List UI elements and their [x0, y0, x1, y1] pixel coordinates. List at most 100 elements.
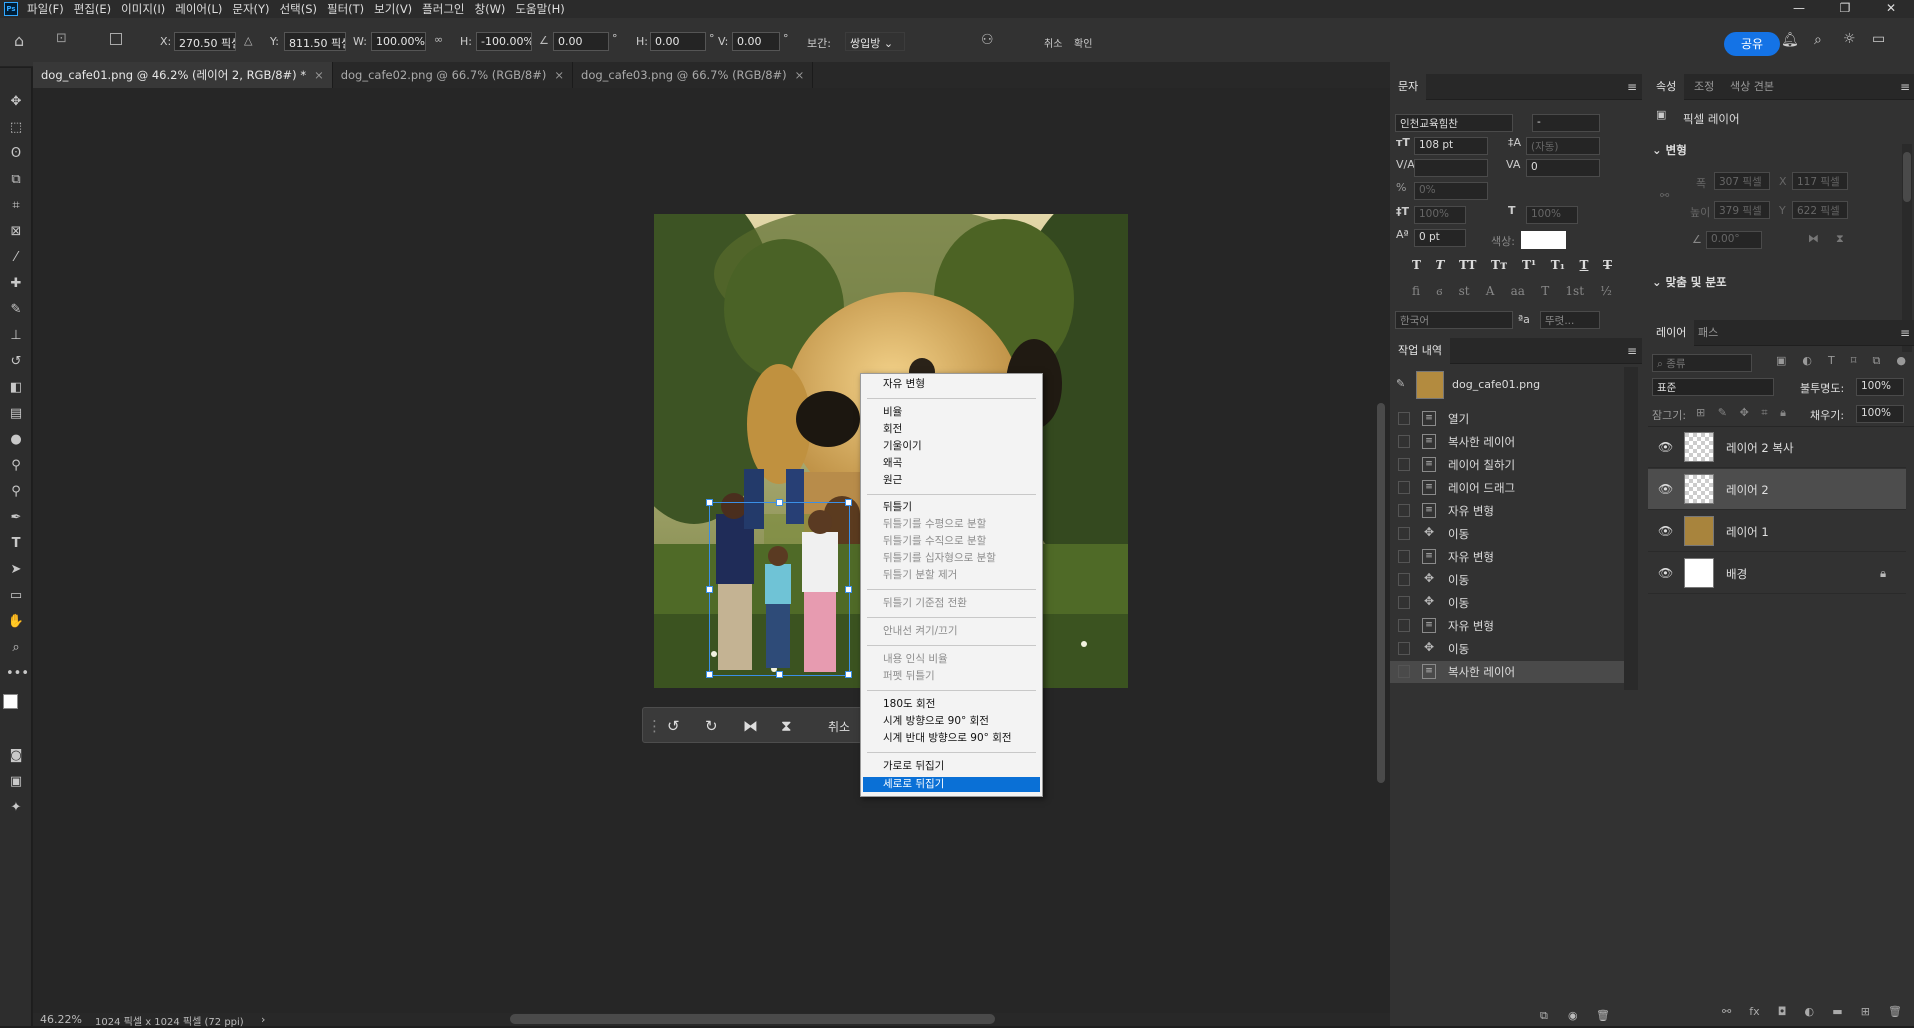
tab-layers[interactable]: 레이어 [1648, 320, 1695, 346]
tab-swatches[interactable]: 색상 견본 [1722, 74, 1782, 100]
link-dimensions-icon[interactable]: ⚯ [1660, 189, 1669, 202]
foreground-color-swatch[interactable] [3, 694, 18, 709]
history-state[interactable]: ≡ 복사한 레이어 [1390, 431, 1624, 453]
stylistic-alt-button[interactable]: aa [1511, 284, 1525, 302]
tab-close-icon[interactable]: × [554, 68, 564, 82]
zoom-tool-icon[interactable]: ⌕ [6, 638, 26, 658]
layer-lock-icon[interactable]: 🔒︎ [1880, 566, 1886, 581]
brush-tool-icon[interactable]: ✎ [6, 300, 26, 320]
menu-item-perspective[interactable]: 원근 [883, 473, 902, 488]
type-tool-icon[interactable]: T [6, 534, 26, 554]
history-source-checkbox[interactable] [1398, 596, 1410, 609]
path-select-icon[interactable]: ➤ [6, 560, 26, 580]
layer-row[interactable]: 👁︎ 레이어 2 [1648, 469, 1906, 510]
history-state[interactable]: ≡ 복사한 레이어 [1390, 661, 1624, 683]
prop-x-field[interactable]: 117 픽셀 [1792, 172, 1848, 190]
panel-menu-icon[interactable]: ≡ [1900, 80, 1910, 94]
baseline-shift-field[interactable]: 0 pt [1414, 229, 1466, 247]
w-field[interactable]: 100.00% [371, 32, 426, 51]
underline-button[interactable]: T [1580, 258, 1589, 276]
faux-bold-button[interactable]: T [1412, 258, 1421, 276]
history-state[interactable]: ✥ 이동 [1390, 638, 1624, 660]
align-section-header[interactable]: ⌄ 맞춤 및 분포 [1652, 274, 1727, 290]
lock-transparent-icon[interactable]: ⊞ [1696, 406, 1705, 420]
commit-transform-button[interactable]: 확인 [1074, 35, 1092, 50]
filter-toggle-icon[interactable]: ● [1896, 354, 1906, 368]
transform-handle[interactable] [845, 671, 852, 678]
history-brush-icon[interactable]: ↺ [6, 352, 26, 372]
transform-handle[interactable] [776, 671, 783, 678]
history-state[interactable]: ≡ 레이어 드래그 [1390, 477, 1624, 499]
blend-mode-select[interactable]: 표준 [1652, 378, 1774, 396]
menu-item-flip-vertical[interactable]: 세로로 뒤집기 [863, 777, 1040, 792]
subscript-button[interactable]: T₁ [1551, 258, 1565, 276]
vertical-scrollbar[interactable] [1373, 88, 1390, 1013]
discretionary-ligature-button[interactable]: st [1459, 284, 1470, 302]
language-select[interactable]: 한국어 [1395, 311, 1513, 329]
more-tools-icon[interactable]: ••• [6, 664, 29, 684]
tab-dog-cafe03[interactable]: dog_cafe03.png @ 66.7% (RGB/8#) × [573, 62, 814, 88]
small-caps-button[interactable]: Tт [1491, 258, 1507, 276]
tab-properties[interactable]: 속성 [1648, 74, 1685, 100]
ordinals-button[interactable]: 1st [1565, 284, 1584, 302]
prop-angle-field[interactable]: 0.00° [1706, 231, 1762, 249]
status-menu-arrow[interactable]: › [261, 1013, 265, 1026]
visibility-eye-icon[interactable]: 👁︎ [1658, 524, 1673, 538]
fx-icon[interactable]: fx [1749, 1005, 1759, 1018]
x-field[interactable]: 270.50 픽셀 [174, 32, 236, 51]
history-state[interactable]: ✥ 이동 [1390, 592, 1624, 614]
tracking-field[interactable]: 0 [1526, 159, 1600, 177]
layer-filter-select[interactable]: ⌕ 종류 [1652, 354, 1752, 372]
menu-filter[interactable]: 필터(T) [322, 1, 369, 17]
pen-tool-icon[interactable]: ✒ [6, 508, 26, 528]
history-brush-source-icon[interactable]: ✎ [1396, 377, 1405, 390]
flip-horizontal-icon[interactable]: ⧓ [743, 717, 758, 735]
prop-y-field[interactable]: 622 픽셀 [1792, 201, 1848, 219]
vskew-field[interactable]: 0.00 [732, 32, 780, 51]
history-source-checkbox[interactable] [1398, 435, 1410, 448]
transform-handle[interactable] [845, 499, 852, 506]
screen-mode-icon[interactable]: ▣ [6, 772, 26, 792]
drag-grip-icon[interactable]: ⋮ [647, 717, 662, 735]
faux-italic-button[interactable]: T [1436, 258, 1445, 276]
marquee-tool-icon[interactable]: ⬚ [6, 118, 26, 138]
dodge-tool-icon[interactable]: ⚲ [6, 456, 26, 476]
menu-window[interactable]: 창(W) [470, 1, 511, 17]
search-icon[interactable]: ⌕ [1814, 32, 1822, 48]
menu-file[interactable]: 파일(F) [22, 1, 69, 17]
menu-view[interactable]: 보기(V) [369, 1, 417, 17]
new-group-icon[interactable]: ▬ [1832, 1005, 1842, 1018]
menu-item-warp[interactable]: 뒤틀기 [883, 500, 912, 515]
lock-artboard-icon[interactable]: ⌗ [1761, 406, 1767, 420]
font-family-select[interactable]: 인천교육힘찬 [1395, 114, 1513, 132]
strikethrough-button[interactable]: T [1603, 258, 1612, 276]
history-state[interactable]: ✥ 이동 [1390, 523, 1624, 545]
interpolation-select[interactable]: 쌍입방 ⌄ [845, 32, 905, 51]
prop-flip-h-icon[interactable]: ⧓ [1808, 232, 1819, 245]
adjustment-layer-icon[interactable]: ◐ [1805, 1005, 1815, 1018]
ligature-button[interactable]: fi [1412, 284, 1420, 302]
tsume-field[interactable]: 0% [1414, 182, 1488, 200]
filter-adjust-icon[interactable]: ◐ [1802, 354, 1812, 368]
text-color-swatch[interactable] [1521, 231, 1566, 249]
opacity-field[interactable]: 100% [1856, 378, 1904, 396]
workspace-icon[interactable]: ▭ [1872, 31, 1885, 47]
stamp-tool-icon[interactable]: ⊥ [6, 326, 26, 346]
delete-layer-icon[interactable]: 🗑︎ [1888, 1005, 1902, 1018]
h-field[interactable]: -100.00% [476, 32, 532, 51]
rectangle-tool-icon[interactable]: ▭ [6, 586, 26, 606]
transform-handle[interactable] [706, 586, 713, 593]
tab-adjustments[interactable]: 조정 [1686, 74, 1722, 100]
history-source-checkbox[interactable] [1398, 527, 1410, 540]
rotate-ccw-icon[interactable]: ↺ [667, 717, 680, 735]
menu-image[interactable]: 이미지(I) [116, 1, 170, 17]
kerning-field[interactable] [1414, 159, 1488, 177]
history-snapshot[interactable]: ✎ dog_cafe01.png [1390, 367, 1624, 403]
history-source-checkbox[interactable] [1398, 481, 1410, 494]
filter-shape-icon[interactable]: ⌑ [1851, 354, 1857, 368]
zoom-level[interactable]: 46.22% [40, 1013, 82, 1026]
filter-type-icon[interactable]: T [1828, 354, 1835, 368]
anti-alias-select[interactable]: 뚜렷... [1540, 311, 1600, 329]
horizontal-scale-field[interactable]: 100% [1526, 206, 1578, 224]
new-document-from-state-icon[interactable]: ⧉ [1540, 1009, 1548, 1023]
